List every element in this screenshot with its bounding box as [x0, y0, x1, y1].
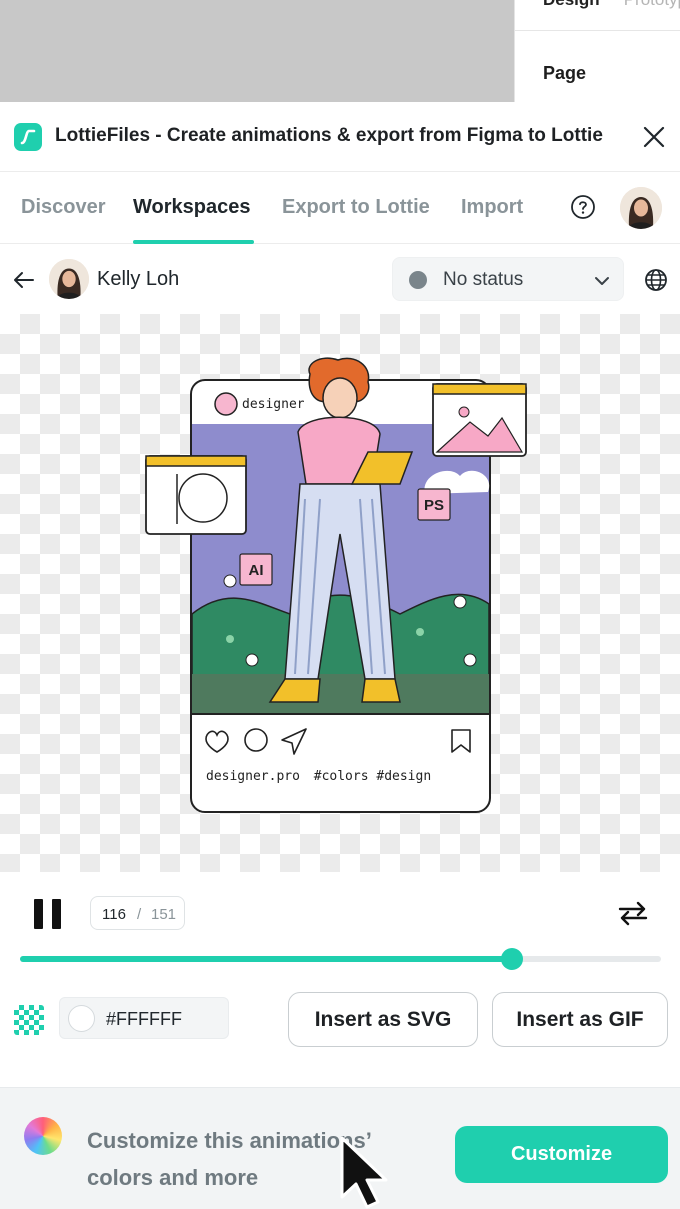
workspace-user-bar: Kelly Loh No status [0, 244, 680, 314]
divider [515, 30, 680, 31]
tab-workspaces[interactable]: Workspaces [133, 196, 250, 219]
user-avatar [49, 259, 89, 299]
tab-export-to-lottie[interactable]: Export to Lottie [282, 196, 430, 219]
frame-counter[interactable]: 116 / 151 [90, 896, 185, 930]
transparent-background-toggle-icon[interactable] [14, 1005, 44, 1035]
background-hex-value: #FFFFFF [106, 1009, 182, 1029]
arrow-left-icon[interactable] [12, 268, 36, 292]
caption-tags: #colors #design [313, 769, 432, 784]
globe-icon[interactable] [644, 268, 668, 292]
figma-tab-design[interactable]: Design [543, 0, 600, 9]
lottiefiles-logo-icon [14, 123, 42, 151]
figma-page-section-label: Page [543, 63, 587, 83]
timeline-handle[interactable] [500, 948, 523, 970]
pause-icon[interactable] [34, 899, 62, 929]
figma-tab-prototype[interactable]: Prototype [624, 0, 680, 9]
tab-import[interactable]: Import [461, 196, 523, 219]
animation-preview: designer.pro PS AI designer.pro #colors … [0, 314, 680, 872]
plugin-titlebar: LottieFiles - Create animations & export… [0, 102, 680, 172]
account-avatar[interactable] [620, 187, 662, 229]
figma-panel-tabs: Design Prototype [543, 0, 680, 10]
player-controls: 116 / 151 [0, 872, 680, 992]
animation-illustration [145, 357, 527, 813]
post-username: designer.pro [242, 397, 304, 412]
user-name: Kelly Loh [97, 268, 180, 290]
color-swatch[interactable] [68, 1005, 95, 1032]
plugin-title: LottieFiles - Create animations & export… [55, 125, 603, 146]
tab-discover[interactable]: Discover [21, 196, 106, 219]
chevron-down-icon [592, 271, 612, 291]
status-value: No status [443, 269, 524, 290]
loop-icon[interactable] [616, 896, 650, 930]
mouse-pointer-icon [338, 1135, 398, 1209]
background-color-field[interactable]: #FFFFFF [59, 997, 229, 1039]
lottiefiles-plugin-window: LottieFiles - Create animations & export… [0, 102, 680, 1209]
post-caption: designer.pro #colors #design [206, 769, 431, 784]
badge-illustrator: AI [248, 562, 264, 579]
badge-photoshop: PS [423, 497, 444, 514]
figma-properties-panel: Design Prototype Page [514, 0, 680, 102]
timeline-scrubber[interactable] [20, 948, 661, 970]
total-frames: 151 [151, 906, 177, 923]
status-dot [409, 271, 427, 289]
close-icon[interactable] [640, 123, 668, 151]
status-dropdown[interactable]: No status [392, 257, 624, 301]
customize-button[interactable]: Customize [455, 1126, 668, 1183]
current-frame: 116 [102, 906, 126, 923]
main-nav-tabs: Discover Workspaces Export to Lottie Imp… [0, 172, 680, 244]
insert-as-gif-button[interactable]: Insert as GIF [492, 992, 668, 1047]
export-row: #FFFFFF Insert as SVG Insert as GIF [0, 992, 680, 1082]
timeline-progress [20, 956, 512, 962]
frame-separator: / [137, 906, 142, 923]
insert-as-svg-button[interactable]: Insert as SVG [288, 992, 478, 1047]
help-circle-icon[interactable] [570, 194, 596, 220]
caption-user: designer.pro [206, 769, 300, 784]
color-wheel-icon [24, 1117, 62, 1155]
